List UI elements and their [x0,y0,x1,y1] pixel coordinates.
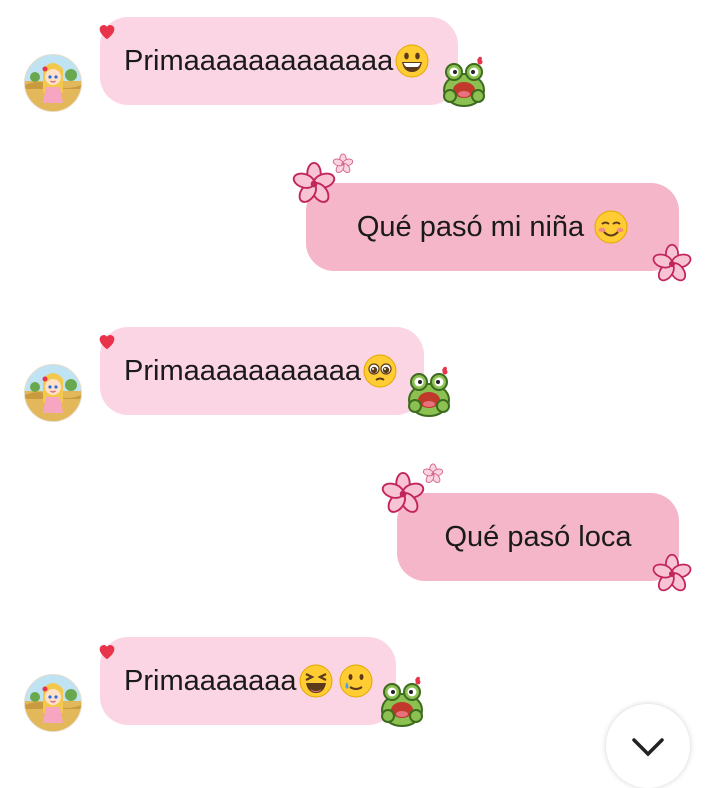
message-text: Primaaaaaaa [124,664,297,697]
avatar[interactable] [24,674,82,732]
smiling-face-emoji-icon [594,210,628,244]
smiling-face-with-tear-emoji-icon [339,664,372,698]
heart-reaction-icon [96,330,118,352]
frog-sticker-icon [378,676,426,728]
message-text: Qué pasó loca [444,520,632,553]
avatar[interactable] [24,54,82,112]
frog-sticker-icon [440,56,488,108]
pleading-face-emoji-icon [363,354,397,388]
scroll-to-bottom-button[interactable] [606,704,690,788]
small-flower-icon [332,153,354,175]
small-flower-icon [422,463,444,485]
heart-reaction-icon [96,20,118,42]
avatar[interactable] [24,364,82,422]
flower-sticker-icon [380,471,426,517]
message-text: Primaaaaaaaaaaa [124,354,362,387]
flower-sticker-icon [651,553,693,595]
laughing-squinting-face-emoji-icon [299,664,332,698]
frog-sticker-icon [405,366,453,418]
incoming-message-bubble[interactable]: Primaaaaaaaaaaa [100,327,424,415]
chevron-down-icon [632,738,664,757]
flower-sticker-icon [651,243,693,285]
message-text: Primaaaaaaaaaaaaa [124,44,394,77]
flower-sticker-icon [291,161,337,207]
heart-reaction-icon [96,640,118,662]
message-text: Qué pasó mi niña [356,210,585,243]
outgoing-message-bubble[interactable]: Qué pasó mi niña [306,183,679,271]
grinning-face-emoji-icon [395,44,429,78]
incoming-message-bubble[interactable]: Primaaaaaaa [100,637,396,725]
incoming-message-bubble[interactable]: Primaaaaaaaaaaaaa [100,17,458,105]
outgoing-message-bubble[interactable]: Qué pasó loca [397,493,679,581]
